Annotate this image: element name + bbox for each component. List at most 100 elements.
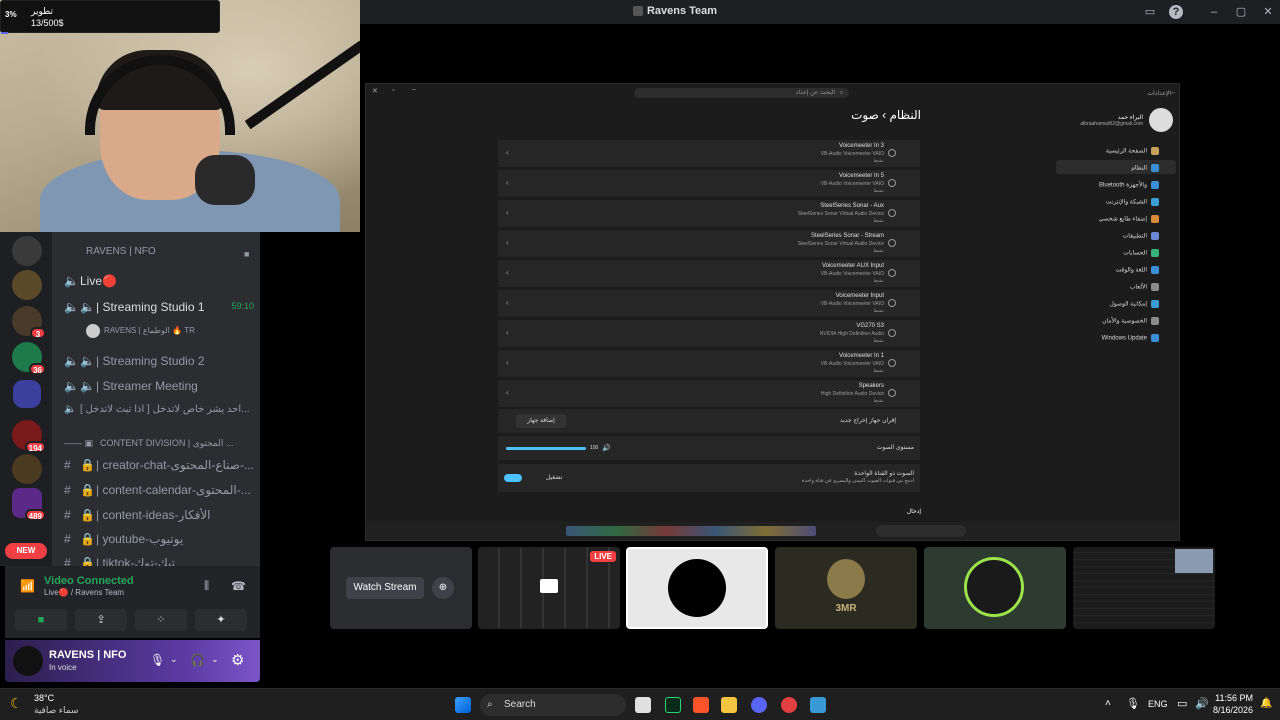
- chevron-down-icon[interactable]: ⌄: [211, 654, 219, 665]
- output-device-row[interactable]: VG270 S3 NVIDIA High Definition Audio نشط ‹: [498, 320, 920, 348]
- signal-icon[interactable]: 📶: [20, 579, 35, 593]
- device-radio[interactable]: [888, 359, 896, 367]
- clock-time[interactable]: 11:56 PM: [1213, 693, 1253, 703]
- gear-icon[interactable]: ⚙: [231, 651, 244, 669]
- settings-nav-item[interactable]: Windows Update: [1102, 334, 1159, 342]
- help-icon[interactable]: ?: [1169, 5, 1183, 19]
- microphone-icon[interactable]: 🎙: [1126, 697, 1140, 710]
- network-icon[interactable]: ▭: [1177, 697, 1187, 710]
- popout-icon[interactable]: ⊕: [432, 577, 454, 599]
- maximize-icon[interactable]: ▫: [392, 87, 394, 94]
- language-indicator[interactable]: ENG: [1148, 699, 1168, 709]
- mono-audio-toggle[interactable]: [504, 474, 522, 482]
- server-6[interactable]: 194: [12, 420, 46, 453]
- notepad-icon[interactable]: [810, 697, 826, 713]
- chevron-left-icon[interactable]: ‹: [506, 298, 509, 307]
- server-3[interactable]: 3: [12, 306, 46, 339]
- camera-button[interactable]: ■: [15, 609, 67, 631]
- soundboard-button[interactable]: ✦: [195, 609, 247, 631]
- voice-user[interactable]: RAVENS | الوطماع 🔥 TR: [86, 324, 195, 338]
- weather-temp[interactable]: 38°C: [34, 693, 54, 703]
- discord-icon[interactable]: [751, 697, 767, 713]
- chevron-left-icon[interactable]: ‹: [506, 178, 509, 187]
- close-icon[interactable]: ✕: [1261, 5, 1275, 19]
- output-device-row[interactable]: SteelSeries Sonar - Stream SteelSeries So…: [498, 230, 920, 258]
- server-folder-group[interactable]: 489: [12, 488, 46, 521]
- voice-channel-path[interactable]: Live🔴 / Ravens Team: [44, 588, 124, 597]
- output-device-row[interactable]: Voicemeeter In 3 VB-Audio Voicemeeter VAI…: [498, 140, 920, 168]
- watch-stream-button[interactable]: Watch Stream: [346, 577, 424, 599]
- volume-slider[interactable]: [506, 447, 586, 450]
- settings-nav-item[interactable]: الألعاب: [1130, 283, 1159, 291]
- app-icon[interactable]: [781, 697, 797, 713]
- chevron-left-icon[interactable]: ‹: [506, 388, 509, 397]
- chevron-left-icon[interactable]: ‹: [506, 238, 509, 247]
- settings-nav-item[interactable]: Bluetooth والأجهزة: [1099, 181, 1159, 189]
- settings-nav-item[interactable]: الشبكة والإنترنت: [1106, 198, 1159, 206]
- output-device-row[interactable]: SteelSeries Sonar - Aux SteelSeries Sonar…: [498, 200, 920, 228]
- inbox-icon[interactable]: ▭: [1143, 5, 1157, 19]
- server-2[interactable]: [12, 270, 42, 300]
- output-device-row[interactable]: Voicemeeter In 5 VB-Audio Voicemeeter VAI…: [498, 170, 920, 198]
- voice-status[interactable]: Video Connected: [44, 575, 134, 587]
- app-icon[interactable]: [665, 697, 681, 713]
- back-icon[interactable]: ←: [1170, 89, 1177, 96]
- close-icon[interactable]: ✕: [372, 87, 378, 95]
- task-view-icon[interactable]: [635, 697, 651, 713]
- device-radio[interactable]: [888, 389, 896, 397]
- output-device-row[interactable]: Voicemeeter AUX Input VB-Audio Voicemeete…: [498, 260, 920, 288]
- clock-date[interactable]: 8/16/2026: [1213, 705, 1253, 715]
- output-device-row[interactable]: Voicemeeter Input VB-Audio Voicemeeter VA…: [498, 290, 920, 318]
- taskbar-search[interactable]: ⌕ Search: [480, 694, 626, 716]
- device-radio[interactable]: [888, 329, 896, 337]
- chevron-down-icon[interactable]: ⌄: [170, 654, 178, 665]
- new-badge[interactable]: NEW: [5, 543, 47, 559]
- server-rc[interactable]: [12, 236, 42, 266]
- channel-private[interactable]: 🔈[ اذا تبث لاتدخل ] احد يشر خاص لاتدخل..…: [64, 404, 254, 415]
- tile-live-stream[interactable]: LIVE: [478, 547, 620, 629]
- minimize-icon[interactable]: –: [1207, 5, 1221, 19]
- settings-nav-item[interactable]: إمكانية الوصول: [1109, 300, 1159, 308]
- channel-content-ideas[interactable]: # 🔒| content-ideas-الأفكار: [64, 508, 254, 522]
- settings-nav-item[interactable]: التطبيقات: [1123, 232, 1159, 240]
- noise-suppression-icon[interactable]: ⫼: [204, 580, 209, 593]
- settings-nav-item[interactable]: الحسابات: [1123, 249, 1159, 257]
- settings-nav-item[interactable]: الصفحة الرئيسية: [1106, 147, 1159, 155]
- windows-start-icon[interactable]: [455, 697, 471, 713]
- microphone-icon[interactable]: 🎙: [150, 653, 165, 667]
- tile-user-green[interactable]: [924, 547, 1066, 629]
- settings-search[interactable]: البحث عن إعداد ⌕: [634, 88, 849, 98]
- channel-streamer-meeting[interactable]: 🔈🔈| Streamer Meeting: [64, 379, 198, 393]
- channel-streaming-studio-2[interactable]: 🔈🔈| Streaming Studio 2: [64, 354, 205, 368]
- settings-nav-item[interactable]: الخصوصية والأمان: [1102, 317, 1159, 325]
- device-radio[interactable]: [888, 239, 896, 247]
- brave-browser-icon[interactable]: [693, 697, 709, 713]
- chevron-left-icon[interactable]: ‹: [506, 268, 509, 277]
- chevron-left-icon[interactable]: ‹: [506, 358, 509, 367]
- channel-creator-chat[interactable]: # 🔒| creator-chat-صناع-المحتوى-...: [64, 458, 254, 472]
- user-name[interactable]: RAVENS | NFO: [49, 649, 126, 661]
- settings-nav-item[interactable]: النظام: [1131, 164, 1159, 172]
- tile-user-screen[interactable]: [1073, 547, 1215, 629]
- output-device-row[interactable]: Voicemeeter In 1 VB-Audio Voicemeeter VAI…: [498, 350, 920, 378]
- file-explorer-icon[interactable]: [721, 697, 737, 713]
- weather-icon[interactable]: ☾: [10, 695, 23, 712]
- activities-button[interactable]: ⁘: [135, 609, 187, 631]
- device-radio[interactable]: [888, 269, 896, 277]
- avatar[interactable]: [13, 646, 43, 676]
- device-radio[interactable]: [888, 209, 896, 217]
- channel-youtube[interactable]: # 🔒| youtube-يوتيوب: [64, 532, 254, 546]
- weather-desc[interactable]: سماء صافية: [34, 705, 78, 716]
- volume-icon[interactable]: 🔊: [1195, 697, 1209, 710]
- device-radio[interactable]: [888, 299, 896, 307]
- folder-icon[interactable]: [13, 380, 41, 408]
- chevron-left-icon[interactable]: ‹: [506, 208, 509, 217]
- chevron-left-icon[interactable]: ‹: [506, 148, 509, 157]
- channel-live[interactable]: 🔈Live🔴: [64, 274, 117, 288]
- speaker-icon[interactable]: 🔊: [602, 444, 611, 452]
- headphones-icon[interactable]: 🎧: [190, 653, 205, 667]
- camera-icon[interactable]: ■: [244, 249, 249, 259]
- settings-nav-item[interactable]: إضفاء طابع شخصي: [1099, 215, 1159, 223]
- disconnect-icon[interactable]: ☎: [231, 579, 246, 593]
- channel-tiktok[interactable]: # 🔒| tiktok-تيك-توك: [64, 556, 254, 566]
